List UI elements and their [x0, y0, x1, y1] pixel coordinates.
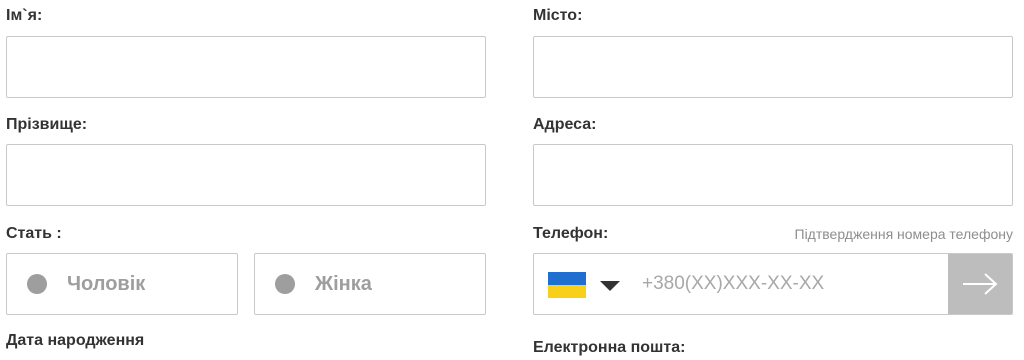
- email-label: Електронна пошта:: [533, 339, 686, 356]
- phone-field: [533, 253, 1013, 315]
- phone-confirm-note: Підтвердження номера телефону: [794, 226, 1014, 242]
- radio-dot-icon: [27, 274, 47, 294]
- phone-input[interactable]: [630, 254, 948, 314]
- radio-dot-icon: [275, 274, 295, 294]
- first-name-label: Ім`я:: [6, 7, 43, 24]
- arrow-right-icon: [963, 273, 998, 295]
- gender-option-label: Жінка: [315, 272, 372, 295]
- phone-label: Телефон:: [533, 225, 609, 242]
- registration-form: Ім`я: Прізвище: Стать : Чоловік Жінка Да…: [0, 0, 1024, 360]
- gender-option-female[interactable]: Жінка: [254, 253, 486, 315]
- first-name-input[interactable]: [6, 36, 486, 98]
- country-selector[interactable]: [534, 254, 630, 314]
- gender-label: Стать :: [6, 225, 62, 242]
- chevron-down-icon: [600, 281, 620, 291]
- city-input[interactable]: [533, 36, 1013, 98]
- city-label: Місто:: [533, 7, 583, 24]
- gender-option-label: Чоловік: [67, 272, 146, 295]
- gender-option-male[interactable]: Чоловік: [6, 253, 238, 315]
- last-name-input[interactable]: [6, 144, 486, 206]
- address-label: Адреса:: [533, 116, 597, 133]
- birthdate-label: Дата народження: [6, 332, 145, 349]
- last-name-label: Прізвище:: [6, 116, 88, 133]
- ukraine-flag-icon: [548, 272, 586, 298]
- phone-submit-button[interactable]: [948, 254, 1012, 314]
- address-input[interactable]: [533, 144, 1013, 206]
